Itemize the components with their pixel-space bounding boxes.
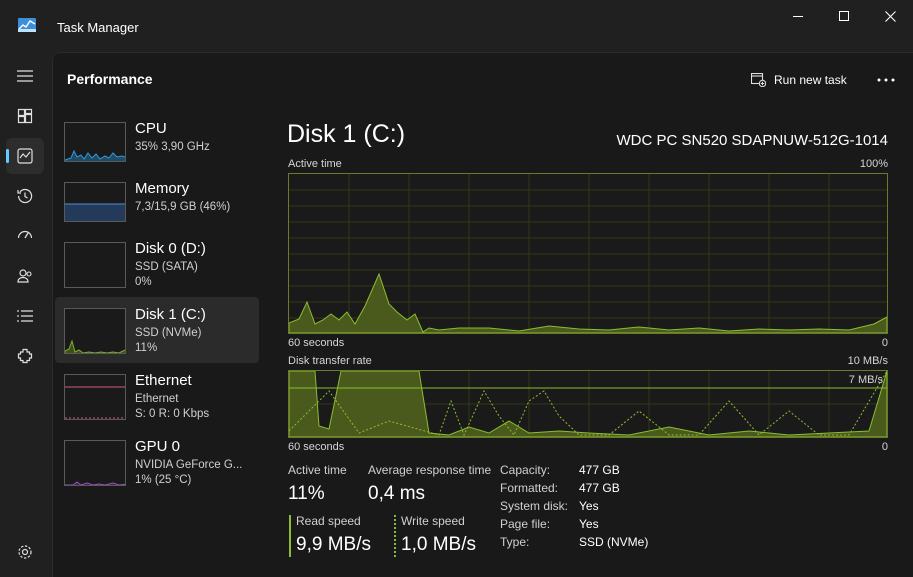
device-usage: 1% (25 °C) <box>135 474 192 486</box>
page-file-label: Page file: <box>500 517 551 531</box>
services-icon <box>17 348 33 364</box>
minimize-icon <box>793 16 803 17</box>
transfer-rate-graph-svg <box>288 370 888 438</box>
active-time-graph-label: Active time <box>288 158 342 170</box>
app-history-icon <box>17 188 33 204</box>
maximize-button[interactable] <box>821 0 867 32</box>
close-icon <box>884 10 896 22</box>
performance-icon <box>17 148 33 164</box>
gpu-thumbnail-graph <box>64 440 126 486</box>
startup-apps-icon <box>17 230 33 239</box>
disk0-thumbnail-graph <box>64 242 126 288</box>
more-options-button[interactable] <box>875 69 897 91</box>
transfer-graph-span: 60 seconds <box>288 441 345 453</box>
transfer-graph-label: Disk transfer rate <box>288 355 372 367</box>
nav-app-history[interactable] <box>6 178 44 214</box>
device-usage: 11% <box>135 342 158 354</box>
cpu-thumbnail-graph <box>64 122 126 162</box>
device-memory[interactable]: Memory 7,3/15,9 GB (46%) <box>55 175 259 241</box>
device-subtitle: 7,3/15,9 GB (46%) <box>135 201 231 213</box>
nav-users[interactable] <box>6 258 44 294</box>
hamburger-menu-icon <box>17 70 33 82</box>
capacity-label: Capacity: <box>500 463 551 477</box>
active-time-label: Active time <box>288 463 347 477</box>
device-subtitle: 35% 3,90 GHz <box>135 141 210 153</box>
window-title: Task Manager <box>57 20 139 35</box>
formatted-label: Formatted: <box>500 481 559 495</box>
active-time-value: 11% <box>288 483 325 504</box>
hamburger-menu-button[interactable] <box>6 58 44 94</box>
run-new-task-label: Run new task <box>774 73 847 87</box>
more-options-icon <box>877 78 895 82</box>
nav-processes[interactable] <box>6 98 44 134</box>
run-task-icon <box>751 73 766 87</box>
details-icon <box>17 310 33 322</box>
read-speed-value: 9,9 MB/s <box>296 534 371 555</box>
device-disk-0[interactable]: Disk 0 (D:) SSD (SATA) 0% <box>55 235 259 301</box>
active-time-graph-svg <box>288 174 888 334</box>
active-time-graph-min: 0 <box>881 337 888 349</box>
memory-thumbnail-graph <box>64 182 126 222</box>
page-file-value: Yes <box>579 517 599 531</box>
active-time-graph <box>288 173 888 334</box>
type-value: SSD (NVMe) <box>579 535 649 549</box>
system-disk-value: Yes <box>579 499 599 513</box>
capacity-value: 477 GB <box>579 463 620 477</box>
system-disk-label: System disk: <box>500 499 569 513</box>
device-name: Memory <box>135 180 190 197</box>
disk1-thumbnail-graph <box>64 308 126 354</box>
device-name: GPU 0 <box>135 438 181 455</box>
read-speed-label: Read speed <box>296 514 361 528</box>
device-subtitle: NVIDIA GeForce G... <box>135 459 243 471</box>
device-name: CPU <box>135 120 167 137</box>
device-usage: S: 0 R: 0 Kbps <box>135 408 210 420</box>
write-speed-label: Write speed <box>401 514 465 528</box>
device-name: Ethernet <box>135 372 192 389</box>
transfer-ref-line-label: 7 MB/s <box>848 374 883 386</box>
task-manager-app-icon <box>18 18 36 32</box>
read-speed-indicator <box>289 515 291 557</box>
device-subtitle: Ethernet <box>135 393 179 405</box>
active-time-graph-max: 100% <box>859 158 888 170</box>
ethernet-thumbnail-graph <box>64 374 126 420</box>
close-button[interactable] <box>867 0 913 32</box>
transfer-graph-min: 0 <box>881 441 888 453</box>
nav-performance[interactable] <box>6 138 44 174</box>
avg-response-value: 0,4 ms <box>368 483 426 504</box>
run-new-task-button[interactable]: Run new task <box>751 69 847 91</box>
transfer-graph-max: 10 MB/s <box>847 355 888 367</box>
transfer-rate-graph: 7 MB/s <box>288 370 888 438</box>
main-content: Performance Run new task CPU 35% 3,90 GH… <box>52 52 913 577</box>
device-ethernet[interactable]: Ethernet Ethernet S: 0 R: 0 Kbps <box>55 367 259 433</box>
device-name: Disk 0 (D:) <box>135 240 206 257</box>
title-bar: Task Manager <box>0 0 913 52</box>
device-subtitle: SSD (SATA) <box>135 261 198 273</box>
processes-icon <box>17 108 33 124</box>
minimize-button[interactable] <box>775 0 821 32</box>
write-speed-value: 1,0 MB/s <box>401 534 476 555</box>
nav-settings[interactable] <box>6 534 44 570</box>
device-subtitle: SSD (NVMe) <box>135 327 202 339</box>
maximize-icon <box>839 11 849 21</box>
avg-response-label: Average response time <box>368 463 492 477</box>
disk-title: Disk 1 (C:) <box>287 120 406 148</box>
nav-startup-apps[interactable] <box>6 218 44 254</box>
device-usage: 0% <box>135 276 152 288</box>
device-disk-1[interactable]: Disk 1 (C:) SSD (NVMe) 11% <box>55 297 259 363</box>
formatted-value: 477 GB <box>579 481 620 495</box>
settings-icon <box>18 545 32 559</box>
nav-details[interactable] <box>6 298 44 334</box>
active-time-graph-span: 60 seconds <box>288 337 345 349</box>
nav-services[interactable] <box>6 338 44 374</box>
page-title: Performance <box>67 71 153 87</box>
device-cpu[interactable]: CPU 35% 3,90 GHz <box>55 115 259 181</box>
type-label: Type: <box>500 535 530 549</box>
disk-model: WDC PC SN520 SDAPNUW-512G-1014 <box>616 132 888 149</box>
device-name: Disk 1 (C:) <box>135 306 206 323</box>
write-speed-indicator <box>394 515 396 557</box>
users-icon <box>17 269 32 283</box>
device-gpu-0[interactable]: GPU 0 NVIDIA GeForce G... 1% (25 °C) <box>55 433 259 499</box>
